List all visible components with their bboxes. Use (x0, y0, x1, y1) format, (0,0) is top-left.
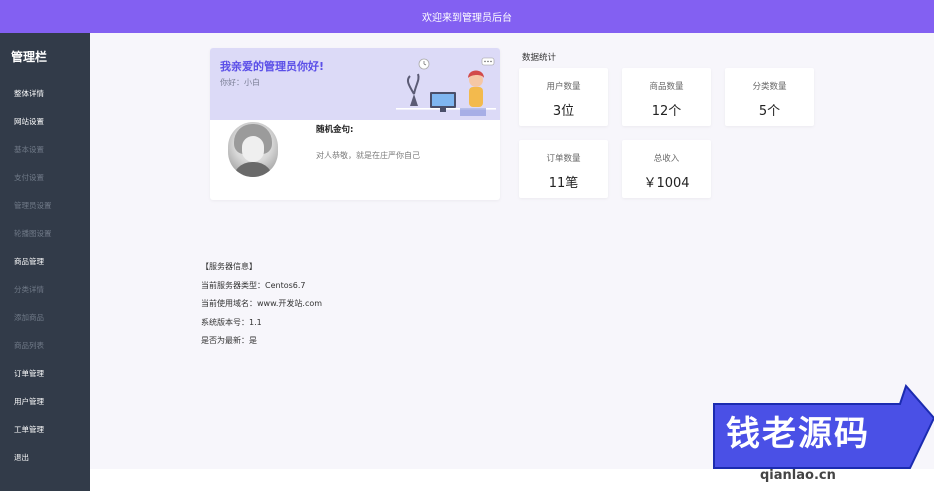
sidebar-item-logout[interactable]: 退出 (0, 452, 90, 463)
sidebar-item-overview[interactable]: 整体详情 (0, 88, 90, 99)
stat-label: 总收入 (653, 154, 680, 164)
welcome-card: 我亲爱的管理员你好! 你好：小白 随机金句: 对人恭敬，就是在庄严你自己 (210, 48, 500, 200)
sidebar-item-ticket-management[interactable]: 工单管理 (0, 424, 90, 435)
server-info: 【服务器信息】 当前服务器类型：Centos6.7 当前使用域名：www.开发站… (201, 261, 322, 354)
stat-card-products: 商品数量 12个 (622, 68, 711, 126)
stat-value: 11笔 (548, 176, 579, 191)
quote-label: 随机金句: (316, 125, 354, 135)
is-latest: 是否为最新：是 (201, 336, 257, 345)
stat-card-users: 用户数量 3位 (519, 68, 608, 126)
stat-card-categories: 分类数量 5个 (725, 68, 814, 126)
sidebar-item-add-product[interactable]: 添加商品 (0, 312, 90, 323)
header-title: 欢迎来到管理员后台 (422, 13, 512, 24)
sidebar-item-basic-settings[interactable]: 基本设置 (0, 144, 90, 155)
welcome-title: 我亲爱的管理员你好! (220, 60, 325, 73)
welcome-banner: 我亲爱的管理员你好! 你好：小白 (210, 48, 500, 120)
sidebar-item-user-management[interactable]: 用户管理 (0, 396, 90, 407)
stat-card-revenue: 总收入 ￥1004 (622, 140, 711, 198)
watermark-logo: 钱老源码 qianlao.cn (710, 384, 934, 491)
welcome-greeting: 你好：小白 (220, 78, 260, 87)
server-info-heading: 【服务器信息】 (201, 262, 257, 271)
sidebar-item-site-settings[interactable]: 网站设置 (0, 116, 90, 127)
stat-value: ￥1004 (643, 176, 690, 191)
sidebar-item-payment-settings[interactable]: 支付设置 (0, 172, 90, 183)
quote-text: 对人恭敬，就是在庄严你自己 (316, 151, 420, 160)
stats-title: 数据统计 (522, 53, 557, 63)
sidebar-title: 管理栏 (11, 50, 48, 64)
sidebar: 管理栏 整体详情 网站设置 基本设置 支付设置 管理员设置 轮播图设置 商品管理… (0, 33, 90, 491)
stat-value: 5个 (758, 104, 781, 119)
sidebar-item-carousel-settings[interactable]: 轮播图设置 (0, 228, 90, 239)
sidebar-item-category-details[interactable]: 分类详情 (0, 284, 90, 295)
watermark-url: qianlao.cn (760, 468, 836, 483)
stat-value: 3位 (552, 104, 575, 119)
avatar (228, 122, 278, 177)
stat-label: 订单数量 (546, 154, 581, 164)
watermark-text: 钱老源码 (726, 414, 870, 454)
top-header-bar: 欢迎来到管理员后台 (0, 0, 934, 33)
stat-label: 分类数量 (752, 82, 787, 92)
server-type: 当前服务器类型：Centos6.7 (201, 280, 306, 290)
server-domain: 当前使用域名：www.开发站.com (201, 299, 323, 308)
sidebar-item-product-list[interactable]: 商品列表 (0, 340, 90, 351)
sidebar-item-order-management[interactable]: 订单管理 (0, 368, 90, 379)
sidebar-item-product-management[interactable]: 商品管理 (0, 256, 90, 267)
stat-value: 12个 (651, 104, 682, 119)
stat-label: 用户数量 (546, 82, 581, 92)
stat-label: 商品数量 (649, 82, 684, 92)
system-version: 系统版本号：1.1 (201, 317, 262, 327)
office-illustration (396, 57, 496, 116)
sidebar-item-admin-settings[interactable]: 管理员设置 (0, 200, 90, 211)
stat-card-orders: 订单数量 11笔 (519, 140, 608, 198)
